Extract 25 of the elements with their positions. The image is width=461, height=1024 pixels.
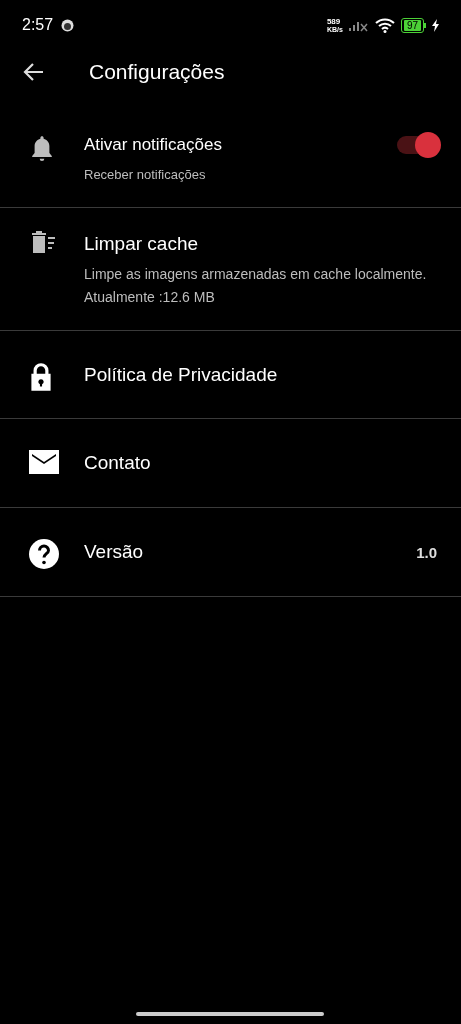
setting-title: Limpar cache [84, 231, 200, 256]
network-speed: 589 [326, 17, 342, 26]
page-title: Configurações [89, 59, 225, 86]
setting-title: Política de Privacidade [84, 362, 279, 387]
setting-detail: Atualmente :12.6 MB [84, 287, 216, 307]
back-arrow-icon[interactable] [22, 62, 44, 82]
charging-icon [432, 18, 439, 32]
setting-subtitle: Limpe as imagens armazenadas em cache localmente. [84, 264, 428, 284]
settings-row[interactable]: Política de Privacidade [0, 330, 461, 420]
mail-icon [28, 449, 60, 476]
settings-row[interactable]: Limpar cache Limpe as imagens armazenadas em cache localmente. Atualmente :12.6 MB [0, 207, 461, 331]
settings-row[interactable]: Contato [0, 419, 461, 508]
help-icon [28, 538, 60, 570]
status-time: 2:57 [22, 15, 54, 35]
settings-row[interactable]: Ativar notificações Receber notificações [0, 114, 461, 208]
app-notification-icon [61, 18, 75, 32]
setting-title: Contato [84, 451, 152, 475]
lock-icon [28, 360, 54, 393]
version-value: 1.0 [416, 543, 437, 563]
setting-subtitle: Receber notificações [84, 166, 207, 185]
setting-title: Ativar notificações [84, 134, 223, 156]
setting-title: Versão [84, 540, 145, 564]
battery-level: 97 [403, 19, 421, 31]
wifi-icon [374, 17, 395, 33]
settings-row[interactable]: Versão 1.0 [0, 508, 461, 597]
